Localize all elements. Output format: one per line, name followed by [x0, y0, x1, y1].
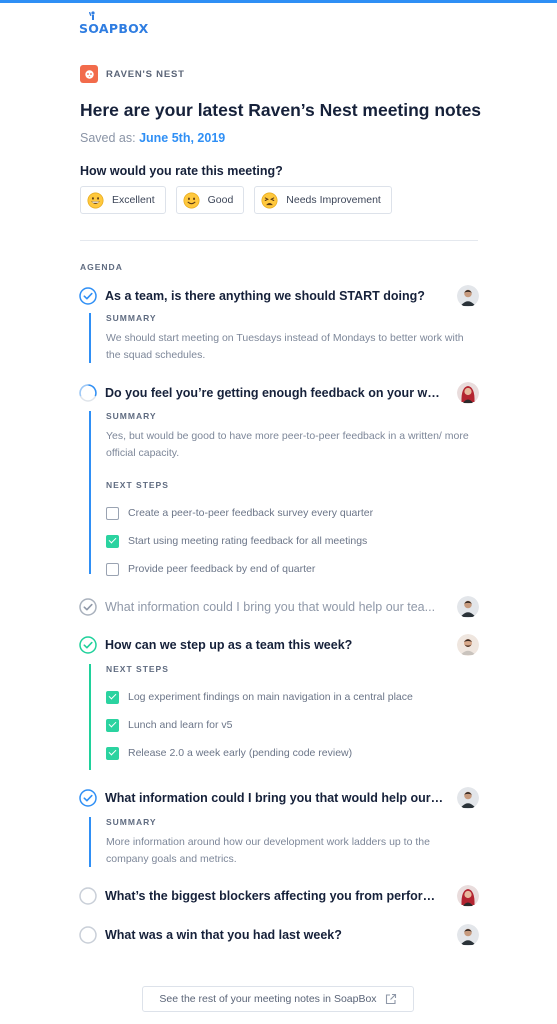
logo-text: SOAPBOX	[79, 21, 149, 36]
man-avatar	[457, 285, 479, 307]
next-step-text: Release 2.0 a week early (pending code r…	[128, 747, 353, 759]
soapbox-figure-icon	[89, 11, 95, 20]
next-step-text: Lunch and learn for v5	[128, 719, 233, 731]
agenda-question: What information could I bring you that …	[105, 600, 436, 614]
summary-label: SUMMARY	[106, 313, 157, 323]
agenda-question: As a team, is there anything we should S…	[105, 289, 425, 303]
checkbox-checked[interactable]	[106, 718, 119, 732]
agenda-item[interactable]: What information could I bring you that …	[79, 596, 479, 618]
smiling-face-icon	[183, 192, 200, 208]
in-progress-icon[interactable]	[79, 384, 97, 402]
next-step-item[interactable]: Create a peer-to-peer feedback survey ev…	[106, 506, 471, 520]
empty-circle-icon[interactable]	[79, 887, 97, 905]
summary-text: More information around how our developm…	[106, 836, 430, 865]
summary-text: We should start meeting on Tuesdays inst…	[106, 332, 464, 361]
next-steps-block: NEXT STEPS Log experiment findings on ma…	[89, 664, 413, 770]
rating-options: Excellent Good Needs Improvement	[80, 186, 392, 214]
man-avatar	[457, 596, 479, 618]
check-circle-green-icon[interactable]	[79, 636, 97, 654]
bearded-man-avatar	[457, 634, 479, 656]
top-accent-bar	[0, 0, 557, 3]
soapbox-logo: SOAPBOX	[79, 11, 149, 36]
rating-needs-improvement-button[interactable]: Needs Improvement	[254, 186, 392, 214]
next-step-item[interactable]: Log experiment findings on main navigati…	[106, 690, 413, 704]
next-step-text: Start using meeting rating feedback for …	[128, 535, 368, 547]
agenda-question: What’s the biggest blockers affecting yo…	[105, 889, 445, 903]
agenda-question: What was a win that you had last week?	[105, 928, 342, 942]
rating-excellent-button[interactable]: Excellent	[80, 186, 166, 214]
page-title: Here are your latest Raven’s Nest meetin…	[80, 100, 482, 120]
check-circle-icon[interactable]	[79, 287, 97, 305]
rating-excellent-label: Excellent	[112, 194, 155, 206]
agenda-item[interactable]: What’s the biggest blockers affecting yo…	[79, 885, 479, 907]
agenda-item[interactable]: What information could I bring you that …	[79, 787, 479, 869]
team-name: RAVEN'S NEST	[106, 68, 185, 80]
checkbox-checked[interactable]	[106, 534, 119, 548]
checkbox-checked[interactable]	[106, 690, 119, 704]
check-circle-gray-icon[interactable]	[79, 598, 97, 616]
external-link-icon	[385, 993, 396, 1005]
next-steps-label: NEXT STEPS	[106, 664, 169, 674]
saved-prefix: Saved as:	[80, 131, 136, 145]
summary-block: SUMMARY We should start meeting on Tuesd…	[89, 313, 471, 363]
grinning-face-icon	[87, 192, 104, 208]
summary-and-steps-block: SUMMARY Yes, but would be good to have m…	[89, 411, 471, 576]
checkbox-unchecked[interactable]	[106, 562, 119, 576]
summary-label: SUMMARY	[106, 817, 157, 827]
agenda-question: What information could I bring you that …	[105, 791, 445, 805]
next-step-text: Create a peer-to-peer feedback survey ev…	[128, 507, 374, 519]
checkbox-checked[interactable]	[106, 746, 119, 760]
see-more-notes-button[interactable]: See the rest of your meeting notes in So…	[142, 986, 414, 1012]
agenda-item[interactable]: Do you feel you’re getting enough feedba…	[79, 382, 479, 577]
man-avatar	[457, 924, 479, 946]
summary-block: SUMMARY More information around how our …	[89, 817, 471, 867]
woman-avatar	[457, 382, 479, 404]
checkbox-unchecked[interactable]	[106, 506, 119, 520]
summary-text: Yes, but would be good to have more peer…	[106, 430, 469, 459]
next-step-text: Log experiment findings on main navigati…	[128, 691, 413, 703]
saved-date: June 5th, 2019	[139, 131, 226, 145]
weary-face-icon	[261, 192, 278, 208]
raven-badge-icon	[80, 65, 98, 83]
saved-line: Saved as: June 5th, 2019	[80, 131, 225, 145]
rating-question: How would you rate this meeting?	[80, 164, 283, 178]
next-step-item[interactable]: Lunch and learn for v5	[106, 718, 413, 732]
agenda-question: Do you feel you’re getting enough feedba…	[105, 386, 445, 400]
woman-avatar	[457, 885, 479, 907]
rating-needs-improvement-label: Needs Improvement	[286, 194, 381, 206]
next-steps-label: NEXT STEPS	[106, 480, 169, 490]
agenda-item[interactable]: As a team, is there anything we should S…	[79, 285, 479, 365]
agenda-item[interactable]: How can we step up as a team this week? …	[79, 634, 479, 771]
section-divider	[80, 240, 478, 241]
next-step-item[interactable]: Release 2.0 a week early (pending code r…	[106, 746, 413, 760]
rating-good-label: Good	[207, 194, 234, 206]
man-avatar	[457, 787, 479, 809]
next-step-item[interactable]: Start using meeting rating feedback for …	[106, 534, 471, 548]
next-step-item[interactable]: Provide peer feedback by end of quarter	[106, 562, 471, 576]
team-header: RAVEN'S NEST	[80, 65, 185, 83]
next-step-text: Provide peer feedback by end of quarter	[128, 563, 316, 575]
summary-label: SUMMARY	[106, 411, 157, 421]
rating-good-button[interactable]: Good	[175, 186, 245, 214]
empty-circle-icon[interactable]	[79, 926, 97, 944]
agenda-heading: AGENDA	[80, 262, 123, 272]
agenda-question: How can we step up as a team this week?	[105, 638, 353, 652]
see-more-notes-label: See the rest of your meeting notes in So…	[159, 993, 377, 1005]
check-circle-icon[interactable]	[79, 789, 97, 807]
agenda-item[interactable]: What was a win that you had last week?	[79, 924, 479, 946]
